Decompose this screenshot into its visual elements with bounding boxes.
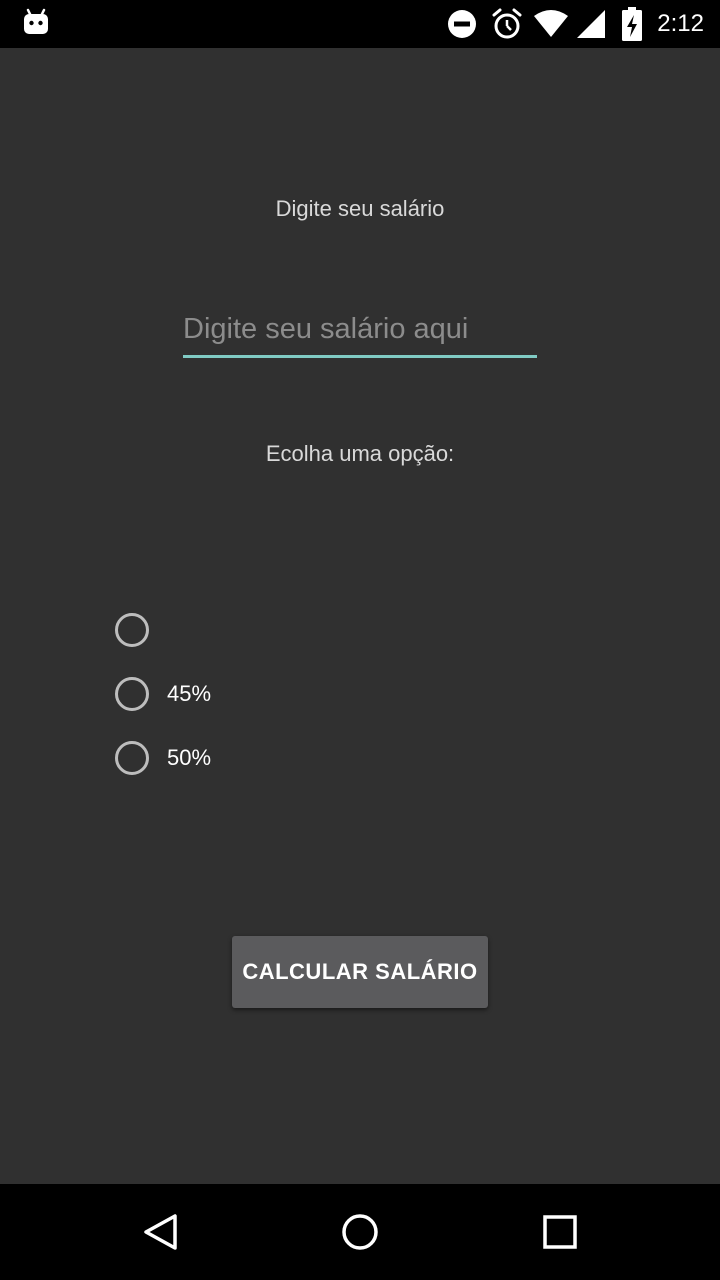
options-label: Ecolha uma opção: [265, 441, 455, 466]
radio-unchecked-icon[interactable] [115, 677, 149, 711]
home-icon[interactable] [336, 1208, 384, 1256]
radio-option-1[interactable] [115, 608, 167, 652]
salary-input[interactable] [183, 304, 537, 358]
calculate-salary-button[interactable]: CALCULAR SALÁRIO [232, 936, 488, 1008]
radio-option-label: 50% [167, 745, 212, 770]
recents-icon[interactable] [536, 1208, 584, 1256]
salary-label: Digite seu salário [275, 196, 445, 221]
radio-option-label: 45% [167, 681, 212, 706]
radio-unchecked-icon[interactable] [115, 613, 149, 647]
status-bar: 2:12 [0, 0, 720, 48]
do-not-disturb-icon [448, 10, 476, 38]
alarm-icon [492, 8, 522, 39]
battery-charging-icon [622, 7, 642, 41]
cellular-signal-icon [577, 10, 605, 38]
back-icon[interactable] [136, 1208, 184, 1256]
navigation-bar [0, 1184, 720, 1280]
status-time: 2:12 [657, 10, 704, 37]
android-debug-icon [24, 8, 48, 34]
radio-option-45[interactable]: 45% [115, 672, 211, 716]
radio-option-50[interactable]: 50% [115, 736, 211, 780]
wifi-icon [534, 10, 568, 37]
radio-unchecked-icon[interactable] [115, 741, 149, 775]
main-content: Digite seu salário Ecolha uma opção: 45%… [0, 48, 720, 1184]
